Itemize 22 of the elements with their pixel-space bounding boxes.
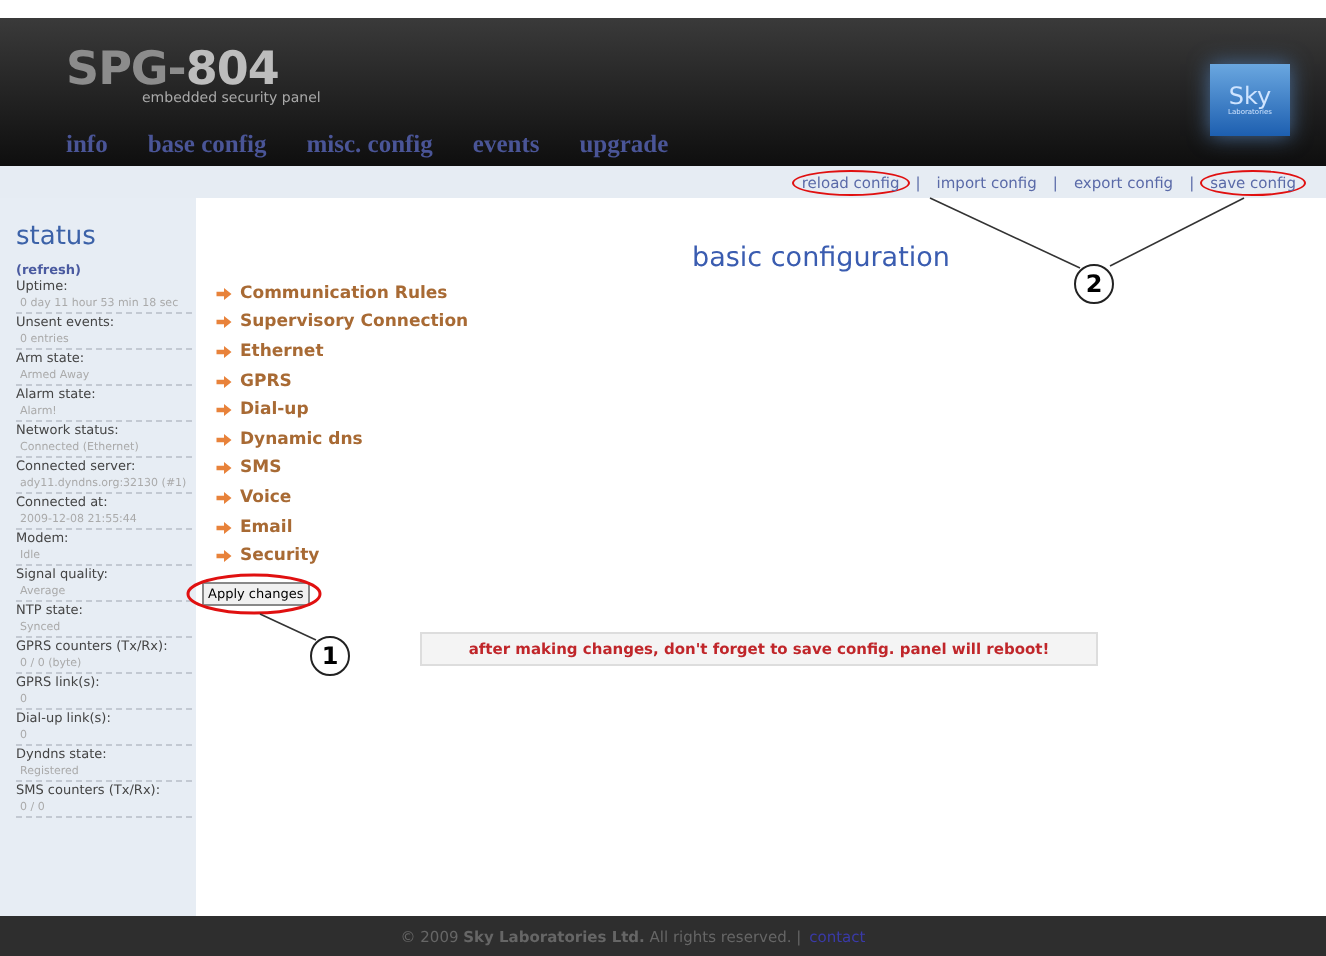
nav-link[interactable]: info (66, 130, 108, 160)
section-link[interactable]: Security (240, 546, 320, 567)
section-link[interactable]: GPRS (240, 371, 292, 392)
callout-badge: 2 (1074, 264, 1114, 304)
nav-link[interactable]: base config (147, 130, 267, 160)
nav-link[interactable]: upgrade (579, 130, 669, 160)
section-link[interactable]: Email (240, 517, 293, 538)
section-link[interactable]: Dynamic dns (240, 429, 363, 450)
leader-line (1109, 197, 1245, 267)
product-title: SPG-804 (66, 52, 279, 90)
section-link[interactable]: Communication Rules (240, 283, 448, 304)
nav-link[interactable]: misc. config (306, 130, 433, 160)
section-link[interactable]: SMS (240, 458, 282, 479)
nav-link[interactable]: events (472, 130, 540, 160)
page-title: basic configuration (690, 242, 952, 274)
section-link[interactable]: Dial-up (240, 400, 309, 421)
sidebar-title: status (16, 222, 98, 254)
section-link[interactable]: Ethernet (240, 341, 324, 362)
section-link[interactable]: Voice (240, 487, 292, 508)
section-link[interactable]: Supervisory Connection (240, 312, 469, 333)
leader-line (259, 613, 317, 641)
callout-badge: 1 (310, 636, 350, 676)
